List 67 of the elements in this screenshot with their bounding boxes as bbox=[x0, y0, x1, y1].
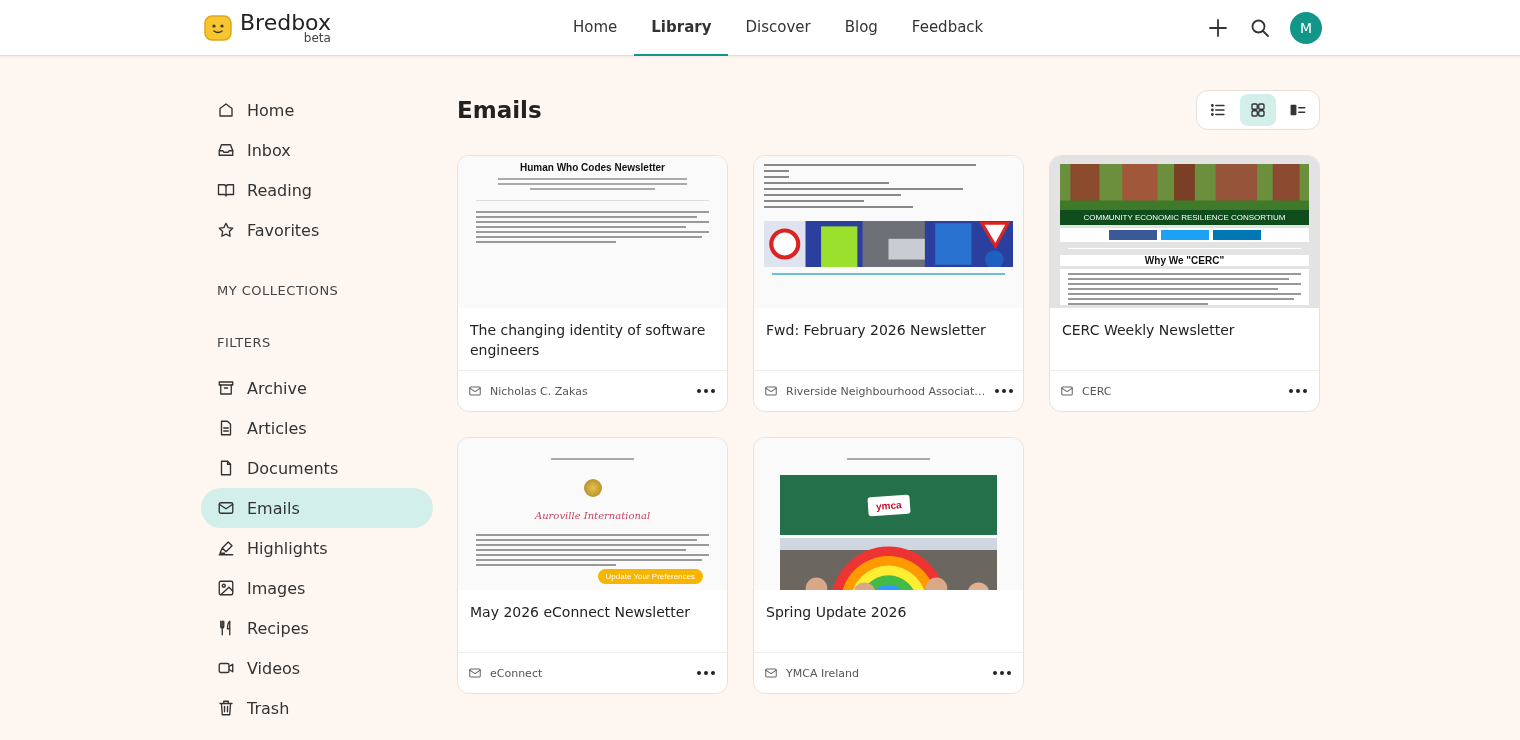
mail-icon bbox=[764, 384, 778, 398]
email-button: Update Your Preferences bbox=[597, 569, 703, 584]
card-title: May 2026 eConnect Newsletter bbox=[469, 603, 692, 622]
sidebar-item[interactable]: Emails bbox=[201, 488, 433, 528]
mail-icon bbox=[764, 666, 778, 680]
nav-tab[interactable]: Blog bbox=[827, 0, 895, 56]
mail-icon bbox=[1060, 384, 1074, 398]
sender-name: eConnect bbox=[490, 666, 544, 680]
star-icon bbox=[217, 221, 235, 239]
sidebar-item[interactable]: Archive bbox=[201, 368, 433, 408]
more-button[interactable] bbox=[695, 671, 717, 675]
email-banner: COMMUNITY ECONOMIC RESILIENCE CONSORTIUM bbox=[1060, 210, 1309, 225]
section-heading: MY COLLECTIONS bbox=[216, 281, 340, 300]
card-title: Spring Update 2026 bbox=[765, 603, 908, 622]
trash-icon bbox=[217, 699, 235, 717]
grid-view-icon bbox=[1249, 101, 1267, 119]
book-icon bbox=[217, 181, 235, 199]
sender-name: Riverside Neighbourhood Associat… bbox=[786, 384, 986, 398]
inbox-icon bbox=[217, 141, 235, 159]
sidebar-item[interactable]: Home bbox=[201, 90, 433, 130]
beta-label: beta bbox=[303, 31, 331, 44]
card-title: The changing identity of software engineers bbox=[469, 321, 707, 360]
sidebar-item[interactable]: Favorites bbox=[201, 210, 433, 250]
card-title: Fwd: February 2026 Newsletter bbox=[765, 321, 987, 340]
sender-name: CERC bbox=[1082, 384, 1113, 398]
newsletter-heading: Why We "CERC" bbox=[1060, 255, 1309, 266]
sender-name: YMCA Ireland bbox=[786, 666, 860, 680]
view-toggle[interactable] bbox=[1240, 94, 1276, 126]
sender-name: Nicholas C. Zakas bbox=[490, 384, 589, 398]
more-button[interactable] bbox=[991, 671, 1013, 675]
email-card[interactable]: Human Who Codes Newsletter The changing identity of software engineers Nicholas C. Zakas bbox=[457, 155, 728, 412]
sidebar-item[interactable]: Highlights bbox=[201, 528, 433, 568]
mail-icon bbox=[468, 666, 482, 680]
nav-tab[interactable]: Home bbox=[556, 0, 635, 56]
seal-icon bbox=[583, 479, 602, 497]
section-heading: FILTERS bbox=[216, 333, 272, 352]
email-card[interactable]: ymca Spring Update 2026 YMCA Ireland bbox=[753, 437, 1024, 694]
email-card[interactable]: Fwd: February 2026 Newsletter Riverside Neighbourhood Associat… bbox=[753, 155, 1024, 412]
sidebar-item[interactable]: Recipes bbox=[201, 608, 433, 648]
list-view-icon bbox=[1209, 101, 1227, 119]
newsletter-heading: Human Who Codes Newsletter bbox=[519, 162, 666, 173]
sidebar-item[interactable]: Videos bbox=[201, 648, 433, 688]
nav-tab[interactable]: Discover bbox=[728, 0, 828, 56]
sidebar-item[interactable]: Articles bbox=[201, 408, 433, 448]
script-logo: Auroville International bbox=[533, 510, 652, 521]
sidebar-item[interactable]: Documents bbox=[201, 448, 433, 488]
more-button[interactable] bbox=[1287, 389, 1309, 393]
nav-tab[interactable]: Feedback bbox=[894, 0, 1001, 56]
highlighter-icon bbox=[217, 539, 235, 557]
avatar[interactable]: M bbox=[1290, 11, 1322, 44]
page-title: Emails bbox=[457, 97, 542, 123]
card-title: CERC Weekly Newsletter bbox=[1061, 321, 1236, 340]
sidebar-item[interactable]: Inbox bbox=[201, 130, 433, 170]
sidebar-item[interactable]: Trash bbox=[201, 688, 433, 728]
email-card[interactable]: COMMUNITY ECONOMIC RESILIENCE CONSORTIUM Why We "CERC" CERC Weekly Newsletter CERC bbox=[1049, 155, 1320, 412]
logo-icon bbox=[204, 13, 232, 42]
home-icon bbox=[217, 101, 235, 119]
image-icon bbox=[217, 579, 235, 597]
sidebar-item[interactable]: Images bbox=[201, 568, 433, 608]
email-card[interactable]: Auroville International Update Your Preferences May 2026 eConnect Newsletter eConnect bbox=[457, 437, 728, 694]
archive-icon bbox=[217, 379, 235, 397]
email-logo: ymca bbox=[867, 494, 910, 516]
nav-tab[interactable]: Library bbox=[634, 0, 729, 56]
mail-icon bbox=[468, 384, 482, 398]
sidebar-item[interactable]: Reading bbox=[201, 170, 433, 210]
mail-icon bbox=[217, 499, 235, 517]
more-button[interactable] bbox=[695, 389, 717, 393]
